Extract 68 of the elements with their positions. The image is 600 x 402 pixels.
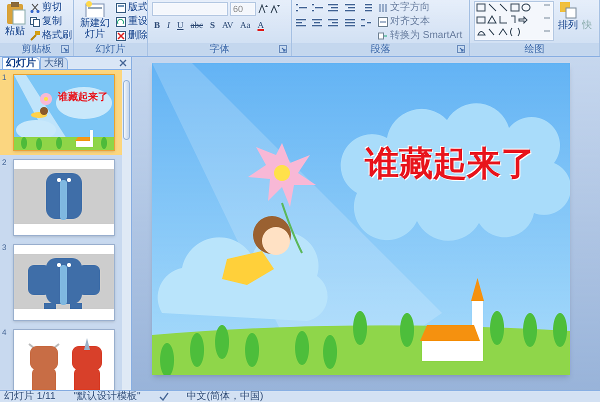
font-size-field[interactable]: 60 [230, 2, 256, 16]
dialog-launcher-icon[interactable] [279, 45, 287, 53]
grow-font-icon[interactable] [258, 4, 268, 14]
scissors-icon [30, 2, 40, 12]
close-icon[interactable] [119, 59, 127, 67]
format-button[interactable]: Aa [238, 19, 252, 31]
group-label: 绘图 [524, 44, 544, 54]
reset-icon [116, 16, 126, 26]
smartart-icon [378, 30, 388, 40]
align-left-icon[interactable] [296, 18, 307, 28]
panel-tab[interactable]: 幻灯片 [2, 57, 40, 69]
format-button[interactable]: S [208, 19, 218, 31]
check-icon[interactable] [158, 392, 169, 401]
slide-thumbnail-row[interactable]: 2 [0, 155, 122, 240]
format-button[interactable]: abc [188, 19, 206, 31]
group-label: 幻灯片 [96, 44, 126, 54]
slide-number: 1 [2, 74, 8, 82]
paste-button[interactable]: 粘贴 [4, 1, 26, 37]
slide-thumbnail-row[interactable]: 1 谁藏起来了 [0, 70, 122, 155]
ribbon-label: 快 [582, 21, 592, 31]
slide-thumbnail-row[interactable]: 4 [0, 325, 122, 390]
dialog-launcher-icon[interactable] [61, 45, 69, 53]
align-text-icon [378, 16, 388, 26]
justify-icon[interactable] [344, 18, 356, 28]
copy-icon [30, 16, 40, 26]
ribbon-button[interactable]: 剪切 [30, 1, 72, 14]
ribbon-button[interactable]: 文字方向 [378, 1, 462, 14]
format-button[interactable]: A [255, 19, 266, 31]
slide-number: 2 [2, 159, 8, 167]
format-button[interactable]: I [165, 19, 172, 31]
brush-icon [30, 30, 40, 40]
ribbon-button[interactable]: 格式刷 [30, 29, 72, 42]
slide-thumbnail-row[interactable]: 3 [0, 240, 122, 325]
shapes-gallery[interactable] [474, 1, 554, 41]
shrink-font-icon[interactable] [270, 4, 280, 14]
group-label: 剪贴板 [22, 44, 52, 54]
arrange-icon [559, 1, 577, 19]
increase-indent-icon[interactable] [344, 3, 356, 13]
scrollbar[interactable] [122, 70, 131, 390]
decrease-indent-icon[interactable] [328, 3, 340, 13]
bullet-list-icon[interactable] [296, 3, 307, 13]
slide-title: 谁藏起来了 [365, 147, 535, 181]
slide-thumbnail[interactable]: 谁藏起来了 [13, 74, 115, 151]
ribbon-button[interactable]: 对齐文本 [378, 15, 462, 28]
panel-tab[interactable]: 大纲 [40, 57, 68, 69]
format-button[interactable]: B [152, 19, 162, 31]
format-button[interactable]: U [175, 19, 186, 31]
format-button[interactable]: AV [220, 19, 235, 31]
language-indicator[interactable]: 中文(简体，中国) [186, 392, 264, 402]
thumbnail-title: 谁藏起来了 [58, 93, 108, 103]
font-name-field[interactable] [152, 2, 228, 16]
slide-counter: 幻灯片 1/11 [4, 392, 56, 402]
theme-name: "默认设计模板" [74, 392, 141, 402]
slide-number: 3 [2, 244, 8, 252]
group-label: 字体 [210, 44, 230, 54]
group-label: 段落 [370, 44, 390, 54]
dialog-launcher-icon[interactable] [457, 45, 465, 53]
text-direction-icon [378, 2, 388, 12]
layout-icon [116, 2, 126, 12]
delete-icon [116, 30, 126, 40]
clipboard-icon [4, 1, 26, 25]
ribbon-button[interactable]: 复制 [30, 15, 72, 28]
arrange-button[interactable]: 排列 [558, 1, 578, 31]
new-slide-button[interactable]: 新建幻灯片 [78, 1, 112, 40]
slide-number: 4 [2, 329, 8, 337]
align-center-icon[interactable] [312, 18, 324, 28]
align-right-icon[interactable] [328, 18, 340, 28]
new-slide-icon [85, 1, 105, 17]
